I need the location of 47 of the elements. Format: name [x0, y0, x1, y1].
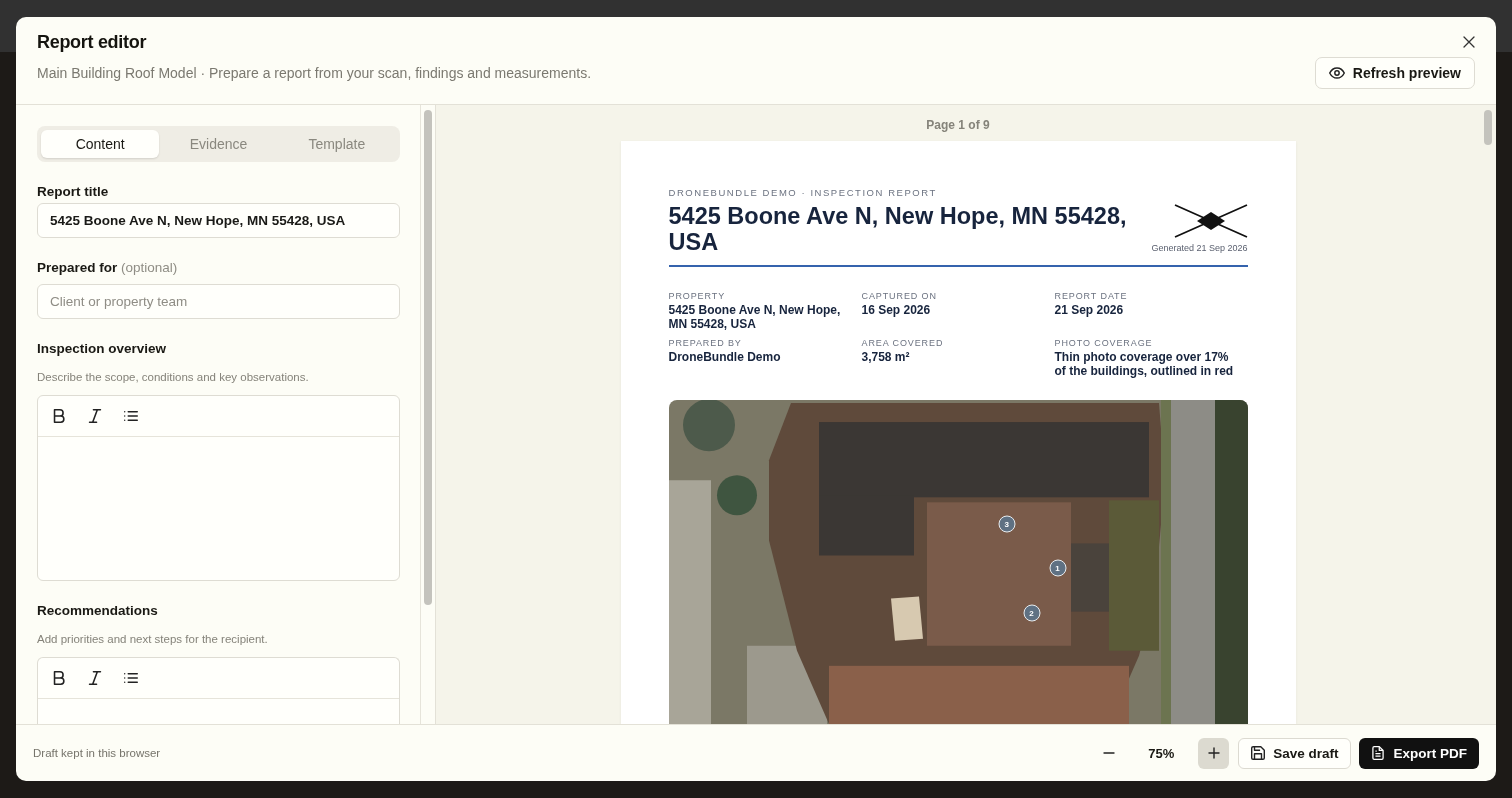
meta-label: CAPTURED ON: [861, 291, 938, 302]
list-icon[interactable]: [124, 409, 138, 423]
eye-icon: [1328, 67, 1345, 79]
export-pdf-button[interactable]: Export PDF: [1359, 737, 1479, 769]
text-input[interactable]: 5425 Boone Ave N, New Hope, MN 55428, USA: [37, 203, 400, 238]
dialog-title: Report editor: [37, 31, 147, 53]
meta-value: DroneBundle Demo: [668, 351, 782, 365]
meta-value: 5425 Boone Ave N, New Hope, MN 55428, USA: [668, 304, 842, 331]
zoom-level: 75%: [1148, 745, 1175, 761]
report-kicker: DRONEBUNDLE DEMO · INSPECTION REPORT: [668, 187, 938, 199]
field-hint: Describe the scope, conditions and key observations.: [37, 370, 310, 384]
italic-icon[interactable]: [88, 671, 102, 685]
diamond-logo-icon: [1173, 204, 1248, 238]
close-icon[interactable]: [1463, 36, 1475, 48]
meta-label: AREA COVERED: [861, 338, 945, 349]
scrollbar-thumb[interactable]: [1484, 110, 1492, 145]
field-hint: Add priorities and next steps for the recipient.: [37, 632, 269, 646]
floppy-disk-icon: [1251, 746, 1266, 760]
scrollbar-thumb[interactable]: [424, 110, 432, 605]
report-title: 5425 Boone Ave N, New Hope, MN 55428, USA: [668, 203, 1128, 255]
italic-icon[interactable]: [88, 409, 102, 423]
plus-icon: [1207, 747, 1220, 759]
tab[interactable]: Content: [41, 130, 160, 158]
save-draft-button[interactable]: Save draft: [1238, 737, 1352, 769]
list-icon[interactable]: [124, 671, 138, 685]
draft-status: Draft kept in this browser: [33, 747, 161, 759]
field-label: Report title: [37, 184, 110, 200]
dialog-subtitle: Main Building Roof Model · Prepare a report from your scan, findings and measurements.: [37, 65, 592, 81]
meta-value: 16 Sep 2026: [861, 304, 932, 318]
field-label: Recommendations: [37, 603, 159, 619]
meta-label: PROPERTY: [668, 291, 727, 302]
text-input[interactable]: Client or property team: [37, 284, 400, 319]
zoom-in-button[interactable]: [1198, 737, 1230, 769]
bold-icon[interactable]: [52, 409, 66, 423]
bold-icon[interactable]: [52, 671, 66, 685]
meta-label: PREPARED BY: [668, 338, 743, 349]
meta-value: 21 Sep 2026: [1054, 304, 1125, 318]
generated-date: Generated 21 Sep 2026: [1151, 243, 1248, 254]
page-indicator: Page 1 of 9: [926, 118, 990, 132]
meta-value: 3,758 m²: [861, 351, 911, 365]
field-label: Inspection overview: [37, 341, 168, 357]
meta-label: REPORT DATE: [1054, 291, 1129, 302]
meta-value: Thin photo coverage over 17% of the buildings, outlined in red: [1054, 351, 1235, 378]
field-label: Prepared for (optional): [37, 260, 179, 276]
document-icon: [1371, 746, 1386, 760]
meta-label: PHOTO COVERAGE: [1054, 338, 1154, 349]
refresh-preview-button[interactable]: Refresh preview: [1314, 57, 1475, 89]
